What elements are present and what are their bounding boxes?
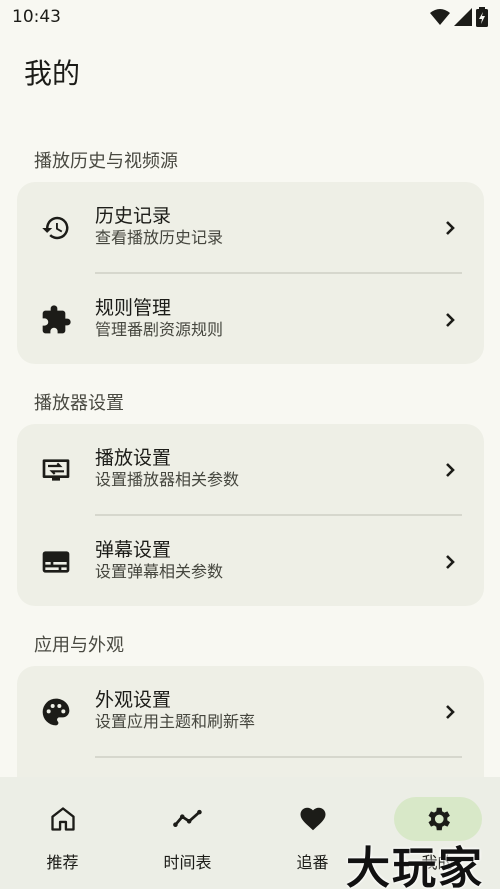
- status-icons: [430, 7, 488, 27]
- gear-icon: [428, 807, 450, 831]
- section-header-history: 播放历史与视频源: [34, 151, 178, 172]
- item-title: 播放设置: [95, 447, 172, 469]
- watermark-logo: 大玩家: [346, 843, 484, 889]
- settings-item-rules[interactable]: 规则管理 管理番剧资源规则: [17, 274, 484, 366]
- signal-icon: [454, 8, 472, 26]
- item-subtitle: 管理番剧资源规则: [95, 320, 224, 339]
- status-bar: 10:43: [0, 0, 500, 34]
- palette-icon: [39, 695, 73, 729]
- divider: [95, 756, 462, 758]
- settings-item-appearance[interactable]: 外观设置 设置应用主题和刷新率: [17, 666, 484, 758]
- item-title: 历史记录: [95, 205, 172, 227]
- item-title: 外观设置: [95, 689, 172, 711]
- item-title: 规则管理: [95, 297, 172, 319]
- timeline-icon: [172, 809, 202, 827]
- chevron-right-icon: [446, 313, 455, 327]
- wifi-icon: [430, 9, 450, 25]
- battery-icon: [476, 7, 488, 27]
- status-time: 10:43: [12, 7, 61, 27]
- item-subtitle: 设置弹幕相关参数: [95, 562, 224, 581]
- chevron-right-icon: [446, 221, 455, 235]
- chevron-right-icon: [446, 705, 455, 719]
- history-icon: [39, 211, 73, 245]
- nav-icon-container: [269, 797, 357, 841]
- chevron-right-icon: [446, 463, 455, 477]
- item-subtitle: 设置应用主题和刷新率: [95, 712, 256, 731]
- nav-icon-container: [144, 797, 232, 841]
- item-subtitle: 查看播放历史记录: [95, 228, 224, 247]
- settings-item-danmaku[interactable]: 弹幕设置 设置弹幕相关参数: [17, 516, 484, 608]
- card-history-sources: 历史记录 查看播放历史记录 规则管理 管理番剧资源规则: [17, 182, 484, 364]
- nav-item-recommend[interactable]: 推荐: [0, 777, 125, 889]
- home-icon: [50, 807, 75, 831]
- player-settings-icon: [39, 453, 73, 487]
- item-subtitle: 设置播放器相关参数: [95, 470, 240, 489]
- nav-label: 时间表: [163, 853, 212, 872]
- item-title: 弹幕设置: [95, 539, 172, 561]
- settings-item-history[interactable]: 历史记录 查看播放历史记录: [17, 182, 484, 274]
- section-header-appearance: 应用与外观: [34, 635, 124, 656]
- settings-item-playback[interactable]: 播放设置 设置播放器相关参数: [17, 424, 484, 516]
- page-title: 我的: [24, 57, 81, 90]
- nav-label: 推荐: [46, 853, 79, 872]
- chevron-right-icon: [446, 555, 455, 569]
- section-header-player: 播放器设置: [34, 393, 124, 414]
- heart-icon: [300, 807, 325, 831]
- puzzle-icon: [39, 303, 73, 337]
- nav-item-schedule[interactable]: 时间表: [125, 777, 250, 889]
- subtitles-icon: [39, 545, 73, 579]
- card-player-settings: 播放设置 设置播放器相关参数 弹幕设置 设置弹幕相关参数: [17, 424, 484, 606]
- nav-icon-container: [19, 797, 107, 841]
